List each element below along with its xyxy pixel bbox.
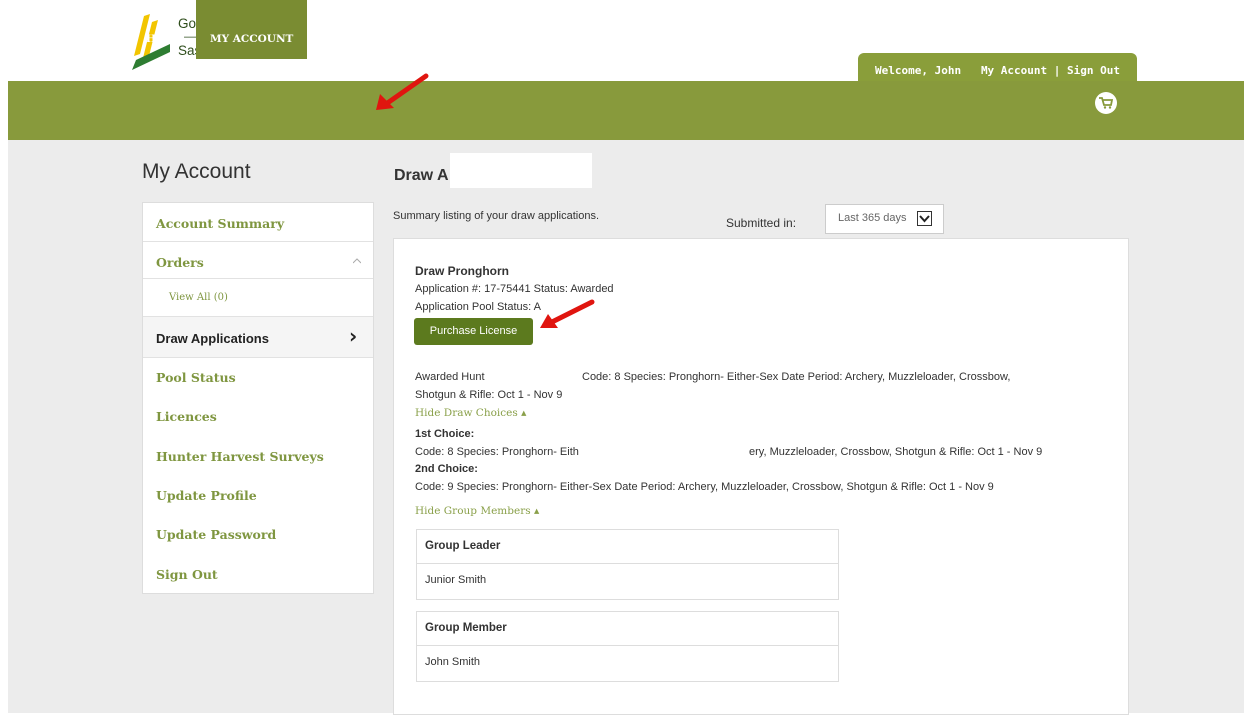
card-heading: Draw Pronghorn <box>415 264 510 278</box>
redaction-box <box>612 443 749 461</box>
nav-residency-verification[interactable]: RESIDENCY VERIFICATION <box>600 0 765 59</box>
purchase-license-button[interactable]: Purchase License <box>414 318 533 345</box>
sidebar-item-label: Account Summary <box>156 216 285 231</box>
hide-group-members-link[interactable]: Hide Group Members ▴ <box>415 505 539 517</box>
sidebar-item-label: Pool Status <box>156 370 236 385</box>
second-choice-details: Code: 9 Species: Pronghorn- Either-Sex D… <box>415 481 994 493</box>
sidebar-item-label: View All (0) <box>169 292 228 303</box>
cart-icon[interactable] <box>1095 92 1117 114</box>
sidebar-item-label: Draw Applications <box>156 331 269 346</box>
chevron-right-icon: › <box>349 324 358 348</box>
summary-text: Summary listing of your draw application… <box>393 210 600 222</box>
first-choice-details-b: ery, Muzzleloader, Crossbow, Shotgun & R… <box>749 446 1043 458</box>
second-choice-label: 2nd Choice: <box>415 463 478 475</box>
sign-out-link[interactable]: Sign Out <box>1067 64 1120 77</box>
nav-purchase-licence[interactable]: PURCHASE A LICENCE <box>313 0 451 59</box>
redaction-box <box>450 153 592 188</box>
sidebar-item-label: Licences <box>156 409 217 424</box>
group-member-header: Group Member <box>425 622 507 634</box>
my-account-link[interactable]: My Account <box>981 64 1047 77</box>
first-choice-details-a: Code: 8 Species: Pronghorn- Eith <box>415 446 579 458</box>
period-select[interactable]: Last 365 days <box>825 204 944 234</box>
nav-key-dates[interactable]: KEY DATES <box>850 0 918 59</box>
group-member-table: Group Member John Smith <box>416 611 839 682</box>
nav-my-account[interactable]: MY ACCOUNT <box>196 0 308 59</box>
sidebar-item-hunter-harvest-surveys[interactable]: Hunter Harvest Surveys <box>143 435 373 475</box>
page-title: Draw A <box>394 167 449 184</box>
separator: | <box>1053 64 1061 77</box>
pool-status-line: Application Pool Status: A <box>415 301 541 313</box>
sidebar-item-sign-out[interactable]: Sign Out <box>143 554 373 592</box>
sidebar-item-label: Hunter Harvest Surveys <box>156 449 324 464</box>
welcome-text: Welcome, John <box>874 64 962 77</box>
sidebar-item-update-profile[interactable]: Update Profile <box>143 475 373 515</box>
awarded-hunt-label: Awarded Hunt <box>415 371 485 383</box>
sidebar-item-update-password[interactable]: Update Password <box>143 514 373 554</box>
sidebar-title: My Account <box>142 160 251 183</box>
chevron-down-icon[interactable] <box>917 211 932 226</box>
sidebar-item-licences[interactable]: Licences <box>143 396 373 436</box>
nav-apply-for-draws[interactable]: APPLY FOR DRAWS <box>465 0 581 59</box>
sidebar: Account Summary Orders View All (0) Draw… <box>142 202 374 594</box>
annotation-arrow-icon <box>376 73 429 110</box>
hide-draw-choices-link[interactable]: Hide Draw Choices ▴ <box>415 407 526 419</box>
submitted-in-label: Submitted in: <box>726 216 797 230</box>
table-header: Group Leader <box>417 530 838 564</box>
nav-home[interactable]: HOME <box>146 0 185 59</box>
group-leader-header: Group Leader <box>425 540 501 552</box>
application-line: Application #: 17-75441 Status: Awarded <box>415 283 614 295</box>
awarded-hunt-details-cont: Shotgun & Rifle: Oct 1 - Nov 9 <box>415 389 563 401</box>
sidebar-item-account-summary[interactable]: Account Summary <box>143 203 373 241</box>
annotation-arrow-icon <box>540 299 595 328</box>
sidebar-item-pool-status[interactable]: Pool Status <box>143 356 373 396</box>
main-nav <box>8 81 1244 140</box>
sidebar-item-label: Orders <box>156 255 204 270</box>
sidebar-item-view-all[interactable]: View All (0) <box>143 279 373 316</box>
period-select-value: Last 365 days <box>838 212 907 224</box>
group-member-name: John Smith <box>425 656 481 668</box>
first-choice-label: 1st Choice: <box>415 428 475 440</box>
group-leader-table: Group Leader Junior Smith <box>416 529 839 600</box>
table-header: Group Member <box>417 612 838 646</box>
nav-issuers[interactable]: ISSUERS <box>774 0 827 59</box>
sidebar-item-label: Update Profile <box>156 488 257 503</box>
nav-faq[interactable]: FAQ <box>940 0 964 59</box>
group-leader-name: Junior Smith <box>425 574 487 586</box>
sidebar-item-label: Sign Out <box>156 567 218 582</box>
awarded-hunt-details: Code: 8 Species: Pronghorn- Either-Sex D… <box>582 371 1011 383</box>
sidebar-item-orders[interactable]: Orders <box>143 242 373 278</box>
sidebar-item-draw-applications[interactable]: Draw Applications › <box>143 316 373 356</box>
sidebar-item-label: Update Password <box>156 527 277 542</box>
caret-up-icon[interactable] <box>353 258 361 264</box>
